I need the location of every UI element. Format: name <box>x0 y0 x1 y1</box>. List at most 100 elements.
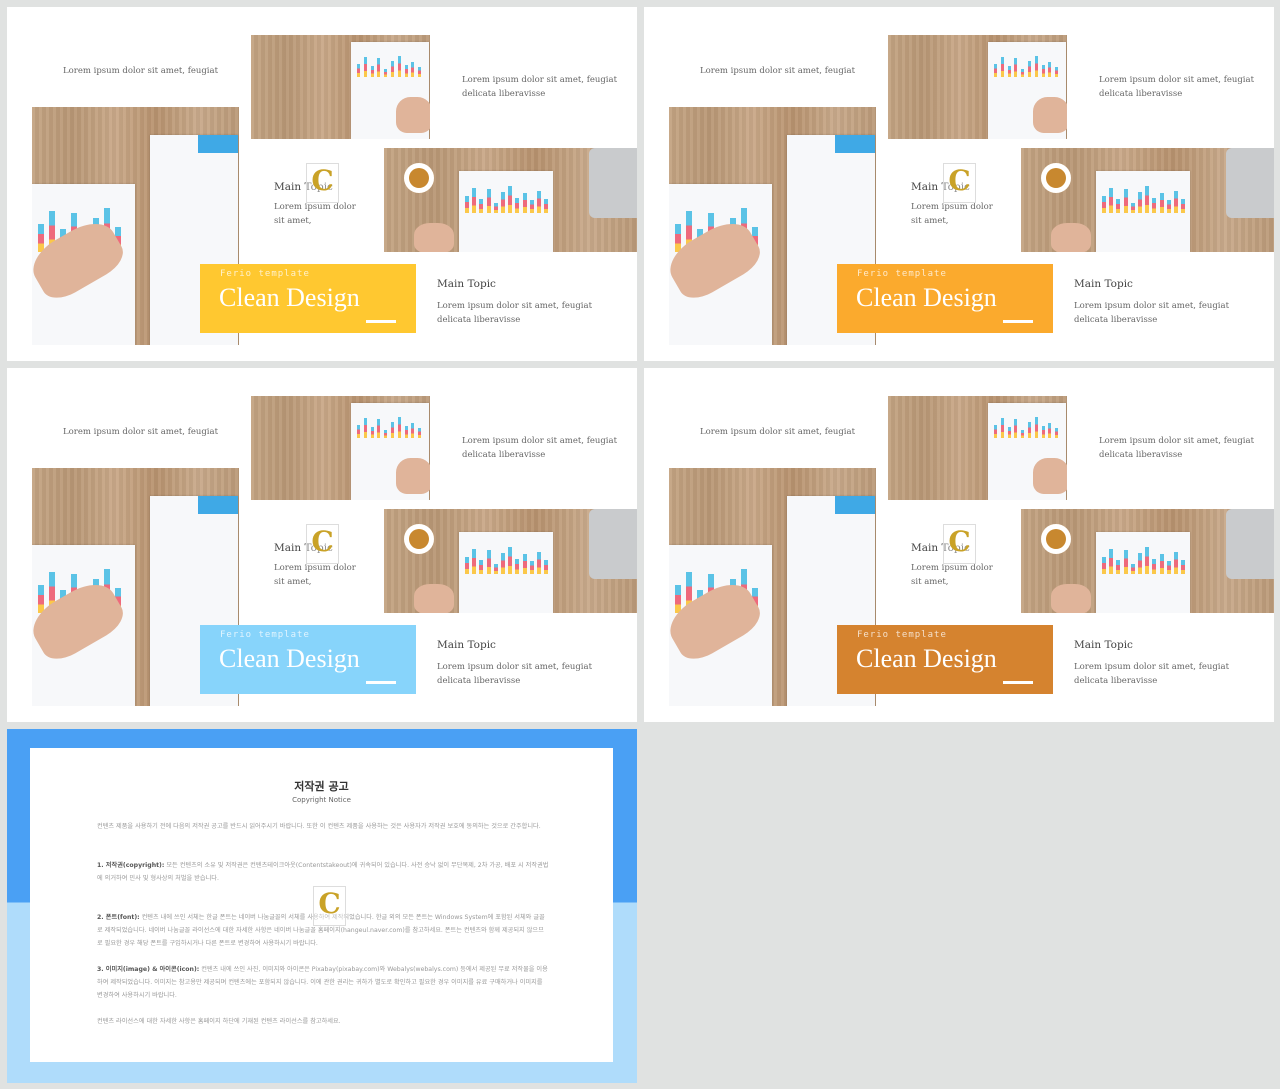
chart-bar <box>1123 189 1128 213</box>
chart-bar <box>1116 560 1121 574</box>
watermark-logo: C <box>943 524 976 564</box>
chart-bar <box>994 424 997 438</box>
template-label: Ferio template <box>220 269 310 279</box>
slide-thumbnail[interactable]: Lorem ipsum dolor sit amet, feugiat Lore… <box>644 368 1274 722</box>
template-label: Ferio template <box>857 269 947 279</box>
laptop <box>1226 509 1274 579</box>
text-line: Lorem ipsum dolor sit amet, feugiat <box>1074 301 1230 311</box>
chart-bar <box>1159 554 1164 574</box>
text-line: Lorem ipsum dolor sit amet, feugiat <box>1099 436 1255 446</box>
copyright-footer: 컨텐츠 라이선스에 대한 자세한 사항은 홈페이지 하단에 기재된 컨텐츠 라이… <box>97 1018 341 1025</box>
chart-bar <box>537 190 541 213</box>
chart-bar <box>1041 64 1045 77</box>
chart-bar <box>357 63 360 77</box>
chart-bar <box>544 560 549 574</box>
bottom-text: Lorem ipsum dolor sit amet, feugiat delic… <box>1074 299 1229 327</box>
slide-thumbnail[interactable]: Lorem ipsum dolor sit amet, feugiat Lore… <box>7 368 637 722</box>
copyright-intro: 컨텐츠 제품을 사용하기 전에 다음의 저작권 공고를 반드시 읽어주시기 바랍… <box>97 823 541 830</box>
text-line: Lorem ipsum dolor sit amet, feugiat <box>437 301 593 311</box>
template-label: Ferio template <box>857 630 947 640</box>
chart-bar <box>479 560 484 574</box>
item-text: 모든 컨텐츠의 소유 및 저작권은 컨텐츠테이크아웃(Contentstakeo… <box>97 862 549 882</box>
chart-bar <box>1181 199 1186 213</box>
hand-image <box>396 97 430 133</box>
chart-paper <box>1096 532 1190 613</box>
chart-bar <box>1152 197 1157 213</box>
chart-bar <box>1000 418 1004 438</box>
photo-coffee-laptop <box>1021 148 1274 252</box>
chart-bar <box>508 547 513 574</box>
chart-bar <box>1145 547 1150 574</box>
photo-chart-paper <box>888 35 1067 139</box>
chart-bar <box>1116 199 1121 213</box>
chart-bar <box>1166 200 1171 213</box>
chart-bar <box>397 56 401 77</box>
bottom-topic-heading: Main Topic <box>1074 639 1133 651</box>
chart-bar <box>363 418 367 438</box>
chart-bar <box>1034 417 1038 438</box>
text-line: delicata liberavisse <box>1099 89 1183 99</box>
text-line: delicata liberavisse <box>462 89 546 99</box>
chart-bar <box>1130 203 1135 213</box>
top-right-text: Lorem ipsum dolor sit amet, feugiat delic… <box>1099 434 1254 462</box>
chart-bar <box>1109 548 1114 574</box>
text-line: sit amet, <box>274 216 312 226</box>
hand-image <box>1051 223 1091 252</box>
hand-image <box>414 584 454 613</box>
slide-thumbnail[interactable]: Lorem ipsum dolor sit amet, feugiat Lore… <box>644 7 1274 361</box>
chart-bar <box>994 63 997 77</box>
title-box: Ferio template Clean Design <box>200 264 416 333</box>
chart-bar <box>370 66 374 77</box>
title-underline <box>1003 681 1033 684</box>
middle-text: Lorem ipsum dolor sit amet, <box>911 561 993 589</box>
chart-bar <box>1048 422 1052 438</box>
chart-bar <box>1028 60 1031 77</box>
photo-chart-paper <box>251 35 430 139</box>
title-underline <box>366 681 396 684</box>
chart-bar <box>486 550 491 574</box>
top-left-text: Lorem ipsum dolor sit amet, feugiat <box>63 427 219 437</box>
chart-bar <box>1028 421 1031 438</box>
chart-bar <box>1130 564 1135 574</box>
hand-image <box>1033 458 1067 494</box>
laptop <box>589 509 637 579</box>
photo-chart-paper <box>888 396 1067 500</box>
coffee-cup <box>1041 524 1071 554</box>
title-box: Ferio template Clean Design <box>837 625 1053 694</box>
bottom-text: Lorem ipsum dolor sit amet, feugiat delic… <box>437 660 592 688</box>
top-left-text: Lorem ipsum dolor sit amet, feugiat <box>700 66 856 76</box>
copyright-item-3: 3. 이미지(image) & 아이콘(icon): 컨텐츠 내에 쓰인 사진,… <box>97 963 549 1002</box>
item-label: 3. 이미지(image) & 아이콘(icon): <box>97 966 200 973</box>
text-line: delicata liberavisse <box>437 676 521 686</box>
laptop <box>1226 148 1274 218</box>
chart-bar <box>472 548 477 574</box>
chart-bar <box>1055 67 1059 77</box>
slide-copyright-notice[interactable]: 저작권 공고 Copyright Notice 컨텐츠 제품을 사용하기 전에 … <box>7 729 637 1083</box>
bottom-topic-heading: Main Topic <box>437 639 496 651</box>
photo-chart-paper <box>251 396 430 500</box>
text-line: sit amet, <box>274 577 312 587</box>
chart-bar <box>418 428 422 438</box>
chart-bar <box>397 417 401 438</box>
chart-bar <box>1138 192 1142 213</box>
chart-bar <box>544 199 549 213</box>
slide-thumbnail[interactable]: Lorem ipsum dolor sit amet, feugiat Lore… <box>7 7 637 361</box>
chart-bar <box>418 67 422 77</box>
hand-image <box>1051 584 1091 613</box>
text-line: delicata liberavisse <box>1074 315 1158 325</box>
slide-title: Clean Design <box>219 644 360 673</box>
coffee-cup <box>1041 163 1071 193</box>
chart-bar <box>1014 419 1018 438</box>
middle-text: Lorem ipsum dolor sit amet, <box>274 200 356 228</box>
coffee-cup <box>404 163 434 193</box>
chart-bar <box>493 203 498 213</box>
chart-bar <box>391 421 394 438</box>
chart-bar <box>501 553 505 574</box>
slide-title: Clean Design <box>856 283 997 312</box>
chart-bar <box>465 557 469 574</box>
chart-bar <box>501 192 505 213</box>
item-label: 2. 폰트(font): <box>97 914 140 921</box>
text-line: sit amet, <box>911 577 949 587</box>
chart-bar <box>493 564 498 574</box>
text-line: Lorem ipsum dolor sit amet, feugiat <box>1099 75 1255 85</box>
